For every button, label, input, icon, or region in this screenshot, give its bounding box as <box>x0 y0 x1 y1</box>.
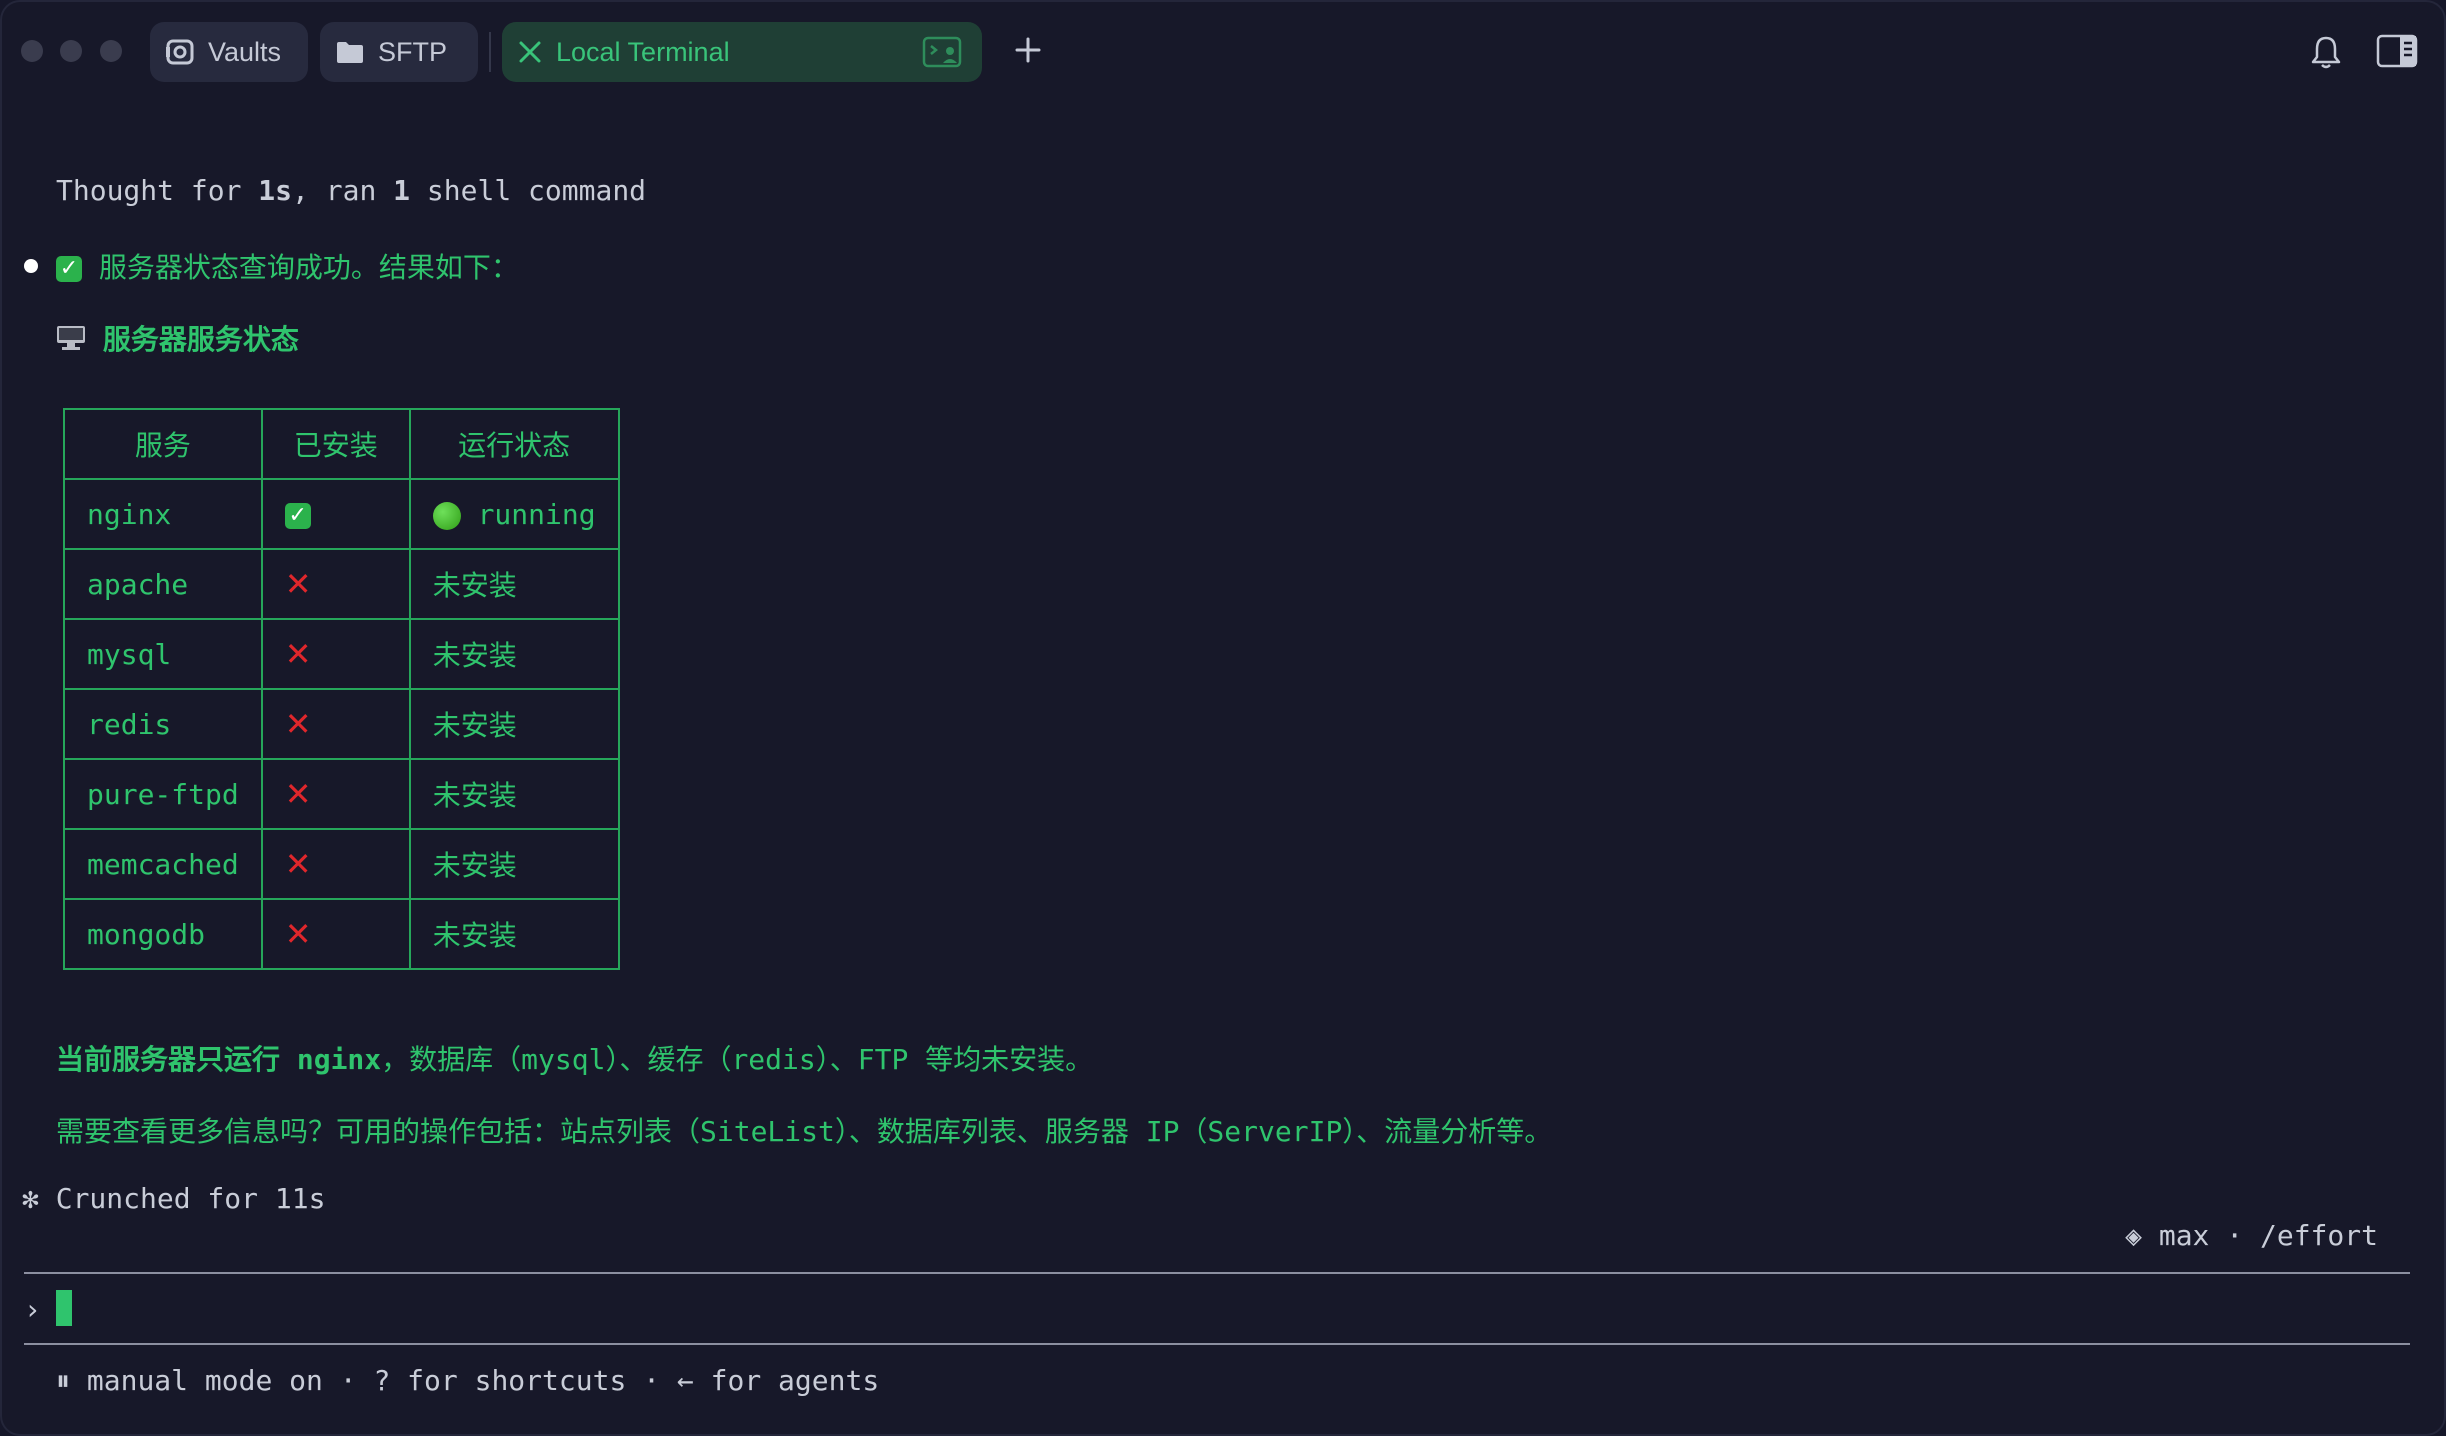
service-name: redis <box>63 688 263 760</box>
service-name: mysql <box>63 618 263 690</box>
tab-vaults[interactable]: Vaults <box>150 22 308 82</box>
sidebar-toggle-icon[interactable] <box>2376 34 2418 72</box>
installed-cell: ✕ <box>260 618 411 690</box>
service-name: apache <box>63 548 263 620</box>
installed-cell: ✕ <box>260 828 411 900</box>
cross-icon: ✕ <box>284 565 312 603</box>
service-name: mongodb <box>63 898 263 970</box>
table-row: mysql ✕ 未安装 <box>63 618 620 690</box>
title-bar: Vaults SFTP Local Terminal <box>0 0 2446 104</box>
summary-line: 当前服务器只运行 nginx，数据库（mysql）、缓存（redis）、FTP … <box>56 1043 1094 1076</box>
input-top-divider <box>24 1272 2410 1274</box>
monitor-icon <box>56 325 86 358</box>
installed-cell: ✕ <box>260 898 411 970</box>
table-header-row: 服务 已安装 运行状态 <box>63 408 620 480</box>
installed-cell: ✕ <box>260 548 411 620</box>
tab-sftp[interactable]: SFTP <box>320 22 478 82</box>
table-row: pure-ftpd ✕ 未安装 <box>63 758 620 830</box>
vault-icon <box>166 38 194 66</box>
crunched-line: ✻ Crunched for 11s <box>22 1182 326 1215</box>
cross-icon: ✕ <box>284 845 312 883</box>
tab-local-terminal[interactable]: Local Terminal <box>502 22 982 82</box>
status-cell: 未安装 <box>408 758 620 830</box>
installed-cell: ✕ <box>260 688 411 760</box>
pause-icon: ⏸ <box>56 1364 71 1397</box>
service-status-table: 服务 已安装 运行状态 nginx ✓ running apache ✕ 未安装… <box>63 408 620 970</box>
status-cell: 未安装 <box>408 898 620 970</box>
message-bullet <box>24 259 38 273</box>
tab-label: Local Terminal <box>556 36 730 67</box>
running-indicator-icon <box>432 501 461 530</box>
prompt-symbol: › <box>24 1293 41 1326</box>
followup-line: 需要查看更多信息吗？可用的操作包括：站点列表（SiteList）、数据库列表、服… <box>56 1115 1553 1148</box>
zoom-window-button[interactable] <box>100 40 122 62</box>
tab-label: Vaults <box>208 36 282 67</box>
column-header: 运行状态 <box>408 408 620 480</box>
cross-icon: ✕ <box>284 705 312 743</box>
cross-icon: ✕ <box>284 635 312 673</box>
status-cell: 未安装 <box>408 548 620 620</box>
close-icon[interactable] <box>518 40 542 64</box>
bell-icon[interactable] <box>2306 32 2346 76</box>
status-footer: ⏸ manual mode on · ? for shortcuts · ← f… <box>56 1364 880 1397</box>
check-icon: ✓ <box>56 256 82 282</box>
service-name: memcached <box>63 828 263 900</box>
installed-cell: ✓ <box>260 478 411 550</box>
terminal-window: Vaults SFTP Local Terminal Thought for 1… <box>0 0 2446 1436</box>
column-header: 服务 <box>63 408 263 480</box>
column-header: 已安装 <box>260 408 411 480</box>
terminal-profile-icon[interactable] <box>922 36 962 75</box>
effort-indicator[interactable]: ◈ max · /effort <box>2125 1219 2378 1252</box>
table-row: apache ✕ 未安装 <box>63 548 620 620</box>
new-tab-button[interactable] <box>1006 30 1050 74</box>
service-name: pure-ftpd <box>63 758 263 830</box>
prompt-input[interactable] <box>56 1290 72 1326</box>
minimize-window-button[interactable] <box>60 40 82 62</box>
thought-line: Thought for 1s, ran 1 shell command <box>56 174 647 207</box>
plus-icon <box>1015 37 1041 67</box>
status-cell: running <box>408 478 620 550</box>
table-row: mongodb ✕ 未安装 <box>63 898 620 970</box>
close-window-button[interactable] <box>21 40 43 62</box>
folder-icon <box>336 40 364 64</box>
cross-icon: ✕ <box>284 915 312 953</box>
status-cell: 未安装 <box>408 618 620 690</box>
success-line: ✓ 服务器状态查询成功。结果如下： <box>56 246 519 286</box>
table-row: memcached ✕ 未安装 <box>63 828 620 900</box>
service-name: nginx <box>63 478 263 550</box>
cross-icon: ✕ <box>284 775 312 813</box>
input-bottom-divider <box>24 1343 2410 1345</box>
table-row: nginx ✓ running <box>63 478 620 550</box>
tab-divider <box>489 32 491 72</box>
tab-label: SFTP <box>378 36 448 67</box>
section-title: 服务器服务状态 <box>56 318 299 358</box>
check-icon: ✓ <box>284 502 311 529</box>
status-cell: 未安装 <box>408 688 620 760</box>
asterisk-icon: ✻ <box>22 1182 39 1215</box>
table-row: redis ✕ 未安装 <box>63 688 620 760</box>
installed-cell: ✕ <box>260 758 411 830</box>
status-cell: 未安装 <box>408 828 620 900</box>
